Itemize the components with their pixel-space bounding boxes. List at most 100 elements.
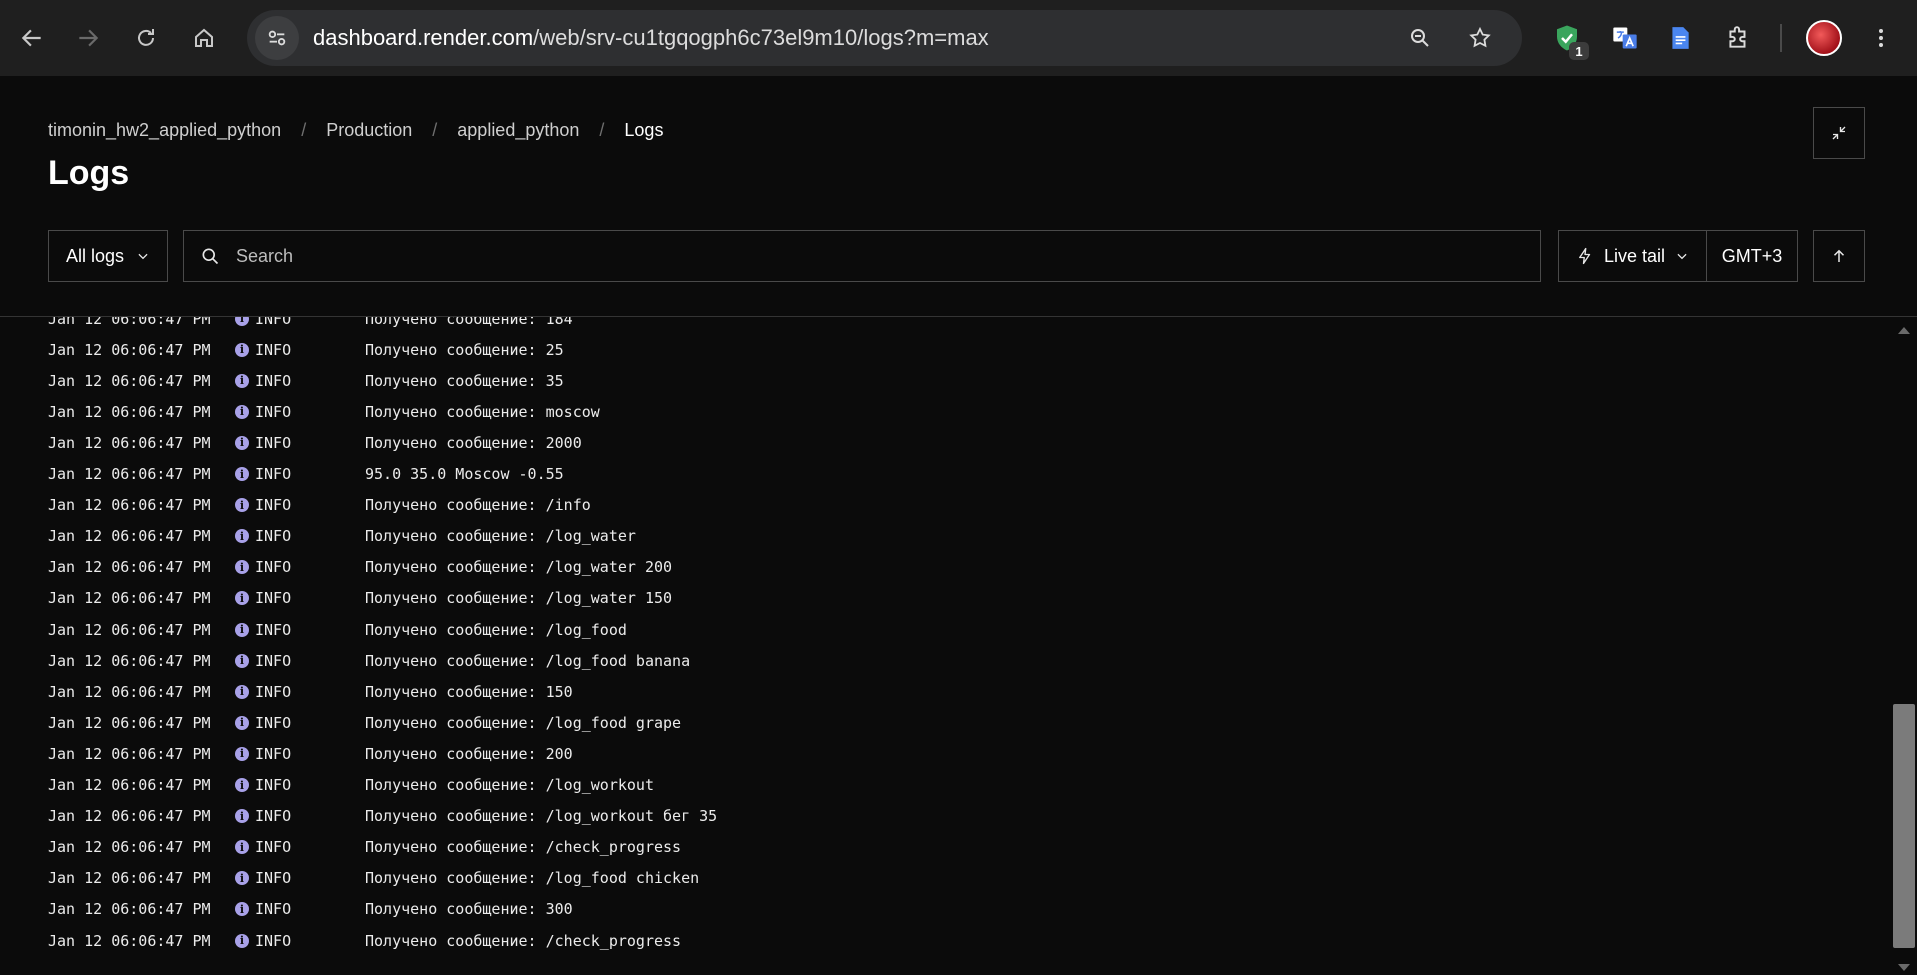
search-input[interactable] [234,244,1438,268]
log-timestamp: Jan 12 06:06:47 PM [48,651,211,670]
log-level: INFO [255,402,292,421]
back-button[interactable] [4,10,60,66]
log-level: INFO [255,620,292,639]
log-level: INFO [255,682,292,701]
log-timestamp: Jan 12 06:06:47 PM [48,402,211,421]
info-icon: i [235,715,249,730]
info-icon: i [235,778,249,792]
breadcrumb: timonin_hw2_applied_python / Production … [48,120,663,141]
breadcrumb-service[interactable]: applied_python [457,120,579,141]
info-icon: i [235,404,249,419]
log-row[interactable]: Jan 12 06:06:47 PM i INFO Получено сообщени… [48,894,573,925]
logs-header: timonin_hw2_applied_python / Production … [0,76,1917,317]
info-icon: i [235,746,249,761]
log-timestamp: Jan 12 06:06:47 PM [48,527,211,546]
site-info-button[interactable] [255,16,299,60]
log-row[interactable]: Jan 12 06:06:47 PM i INFO Получено сообщени… [48,707,681,738]
puzzle-icon [1729,26,1746,48]
zoom-button[interactable] [1400,18,1440,58]
exit-fullscreen-button[interactable] [1813,107,1865,159]
log-row[interactable]: Jan 12 06:06:47 PM i INFO Получено сообщени… [48,490,591,521]
log-level: INFO [255,776,292,794]
log-level: INFO [255,900,292,919]
log-message: Получено сообщение: /log_workout [365,776,654,794]
log-row[interactable]: Jan 12 06:06:47 PM i INFO Получено сообщени… [48,427,582,458]
browser-menu-button[interactable] [1859,16,1903,60]
log-row[interactable]: Jan 12 06:06:47 PM i INFO Получено сообщени… [48,770,654,801]
log-row[interactable]: Jan 12 06:06:47 PM i INFO Получено сообщени… [48,738,573,769]
live-tail-dropdown[interactable]: Live tail [1559,231,1707,281]
log-row[interactable]: Jan 12 06:06:47 PM i INFO Получено сообщени… [48,676,573,707]
log-message: Получено сообщение: /log_food chicken [365,869,700,888]
log-timestamp: Jan 12 06:06:47 PM [48,317,211,328]
log-row[interactable]: Jan 12 06:06:47 PM i INFO Получено сообщени… [48,396,600,427]
scroll-to-top-button[interactable] [1813,230,1865,282]
log-timestamp: Jan 12 06:06:47 PM [48,371,211,390]
log-row[interactable]: Jan 12 06:06:47 PM i INFO Получено сообщени… [48,334,564,365]
log-filter-dropdown[interactable]: All logs [48,230,168,282]
log-row[interactable]: Jan 12 06:06:47 PM i INFO Получено сообщени… [48,521,636,552]
log-message: Получено сообщение: 200 [365,744,573,763]
info-icon: i [235,840,249,855]
scroll-down-arrow[interactable] [1898,964,1910,971]
scrollbar-thumb[interactable] [1893,704,1915,948]
info-icon: i [235,653,249,668]
scroll-up-arrow[interactable] [1898,327,1910,334]
log-message: Получено сообщение: /info [365,496,591,515]
log-timestamp: Jan 12 06:06:47 PM [48,340,211,359]
timezone-button[interactable]: GMT+3 [1707,231,1797,281]
log-list[interactable]: Jan 12 06:06:47 PM i INFO Получено сообщени… [0,317,1890,975]
log-timestamp: Jan 12 06:06:47 PM [48,620,211,639]
url-text[interactable]: dashboard.render.com/web/srv-cu1tgqogph6… [313,25,989,51]
logs-scrollbar[interactable] [1890,317,1917,975]
log-level: INFO [255,433,292,452]
log-row[interactable]: Jan 12 06:06:47 PM i INFO Получено сообщени… [48,863,699,894]
bookmark-button[interactable] [1460,18,1500,58]
log-message: Получено сообщение: /log_food [365,620,627,639]
log-message: 95.0 35.0 Moscow -0.55 [365,465,564,483]
info-icon: i [235,435,249,450]
search-box[interactable] [183,230,1541,282]
forward-button[interactable] [60,10,116,66]
profile-avatar[interactable] [1806,20,1842,56]
log-level: INFO [255,527,292,546]
log-row[interactable]: Jan 12 06:06:47 PM i INFO Получено сообщени… [48,583,672,614]
log-row[interactable]: Jan 12 06:06:47 PM i INFO Получено сообщени… [48,317,573,334]
docs-extension-button[interactable] [1658,16,1702,60]
log-row[interactable]: Jan 12 06:06:47 PM i INFO Получено сообщени… [48,645,690,676]
info-icon: i [235,902,249,917]
extension-shield-button[interactable]: 1 [1545,16,1589,60]
log-timestamp: Jan 12 06:06:47 PM [48,682,211,701]
translate-icon [1613,27,1637,49]
log-row[interactable]: Jan 12 06:06:47 PM i INFO Получено сообщени… [48,832,681,863]
extension-badge: 1 [1569,42,1589,60]
document-icon [1672,27,1689,49]
log-level: INFO [255,317,292,328]
log-row[interactable]: Jan 12 06:06:47 PM i INFO Получено сообщени… [48,614,627,645]
log-message: Получено сообщение: 300 [365,900,573,919]
extensions-menu-button[interactable] [1716,16,1760,60]
log-message: Получено сообщение: /log_water [365,527,636,546]
log-row[interactable]: Jan 12 06:06:47 PM i INFO Получено сообщени… [48,552,672,583]
translate-extension-button[interactable] [1603,16,1647,60]
browser-toolbar: dashboard.render.com/web/srv-cu1tgqogph6… [0,0,1917,76]
info-icon: i [235,373,249,388]
log-row[interactable]: Jan 12 06:06:47 PM i INFO 95.0 35.0 Moscow … [48,459,564,490]
log-row[interactable]: Jan 12 06:06:47 PM i INFO Получено сообщени… [48,801,717,832]
log-timestamp: Jan 12 06:06:47 PM [48,589,211,608]
log-message: Получено сообщение: /log_workout бег 35 [365,807,718,826]
log-row[interactable]: Jan 12 06:06:47 PM i INFO Получено сообщени… [48,925,681,956]
timezone-label: GMT+3 [1721,245,1783,266]
log-timestamp: Jan 12 06:06:47 PM [48,713,211,732]
breadcrumb-environment[interactable]: Production [326,120,412,141]
address-bar[interactable]: dashboard.render.com/web/srv-cu1tgqogph6… [247,10,1522,66]
log-filter-label: All logs [65,245,125,266]
log-message: Получено сообщение: 184 [365,317,573,328]
log-level: INFO [255,496,292,515]
log-level: INFO [255,340,292,359]
home-button[interactable] [176,10,232,66]
log-row[interactable]: Jan 12 06:06:47 PM i INFO Получено сообщени… [48,365,564,396]
reload-button[interactable] [118,10,174,66]
breadcrumb-workspace[interactable]: timonin_hw2_applied_python [48,120,281,141]
breadcrumb-separator: / [432,120,438,140]
